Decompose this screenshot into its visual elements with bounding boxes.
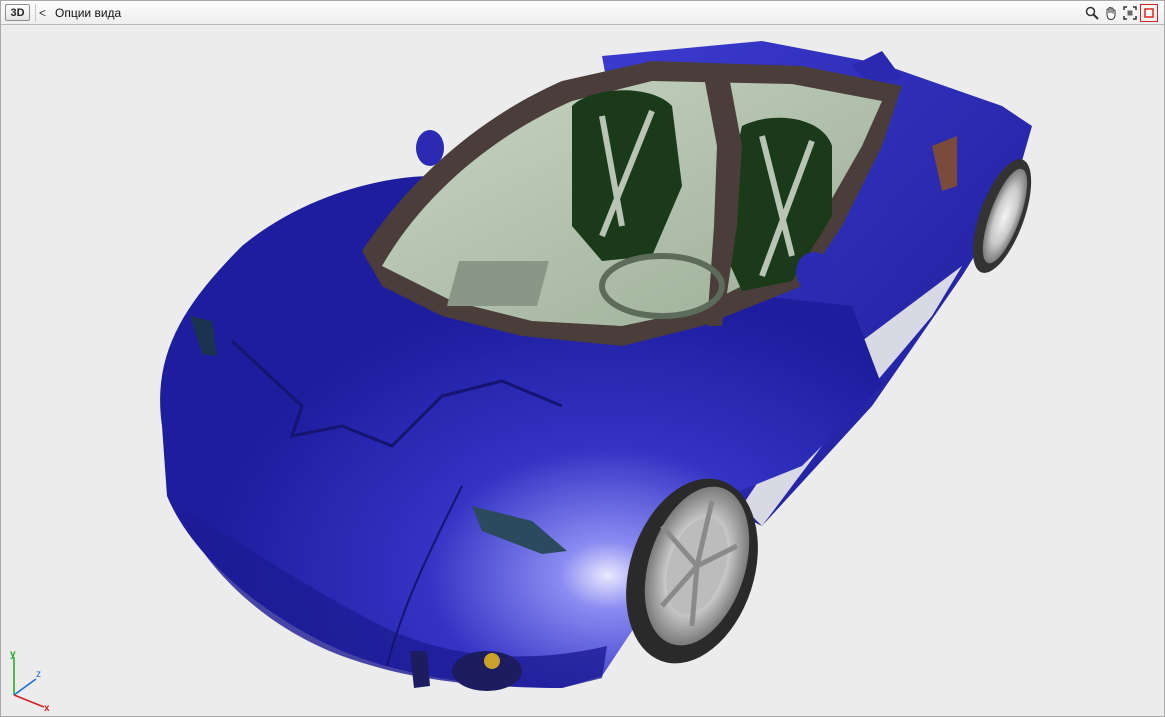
z-axis-line [13, 678, 37, 696]
x-axis-label: x [44, 703, 50, 713]
toolbar-tools [1083, 4, 1158, 22]
viewer-window: 3D < Опции вида y z x [0, 0, 1165, 717]
engine-grille [446, 261, 550, 306]
fit-view-icon[interactable] [1121, 4, 1139, 22]
left-mirror [416, 130, 444, 166]
back-button[interactable]: < [39, 6, 46, 20]
y-axis-label: y [10, 649, 16, 660]
front-vent [410, 651, 430, 688]
view-options-label[interactable]: Опции вида [55, 6, 121, 20]
view-3d-button[interactable]: 3D [5, 4, 30, 21]
car-model[interactable] [2, 26, 1164, 716]
zoom-icon[interactable] [1083, 4, 1101, 22]
headlight-bulb [484, 653, 500, 669]
x-axis-line [13, 694, 45, 708]
toolbar-divider [35, 4, 36, 22]
toolbar: 3D < Опции вида [1, 1, 1164, 25]
close-icon[interactable] [1140, 4, 1158, 22]
axis-gizmo: y z x [10, 649, 50, 713]
pan-hand-icon[interactable] [1102, 4, 1120, 22]
right-mirror [796, 252, 832, 292]
3d-viewport[interactable]: y z x [2, 26, 1164, 716]
z-axis-label: z [36, 669, 41, 680]
